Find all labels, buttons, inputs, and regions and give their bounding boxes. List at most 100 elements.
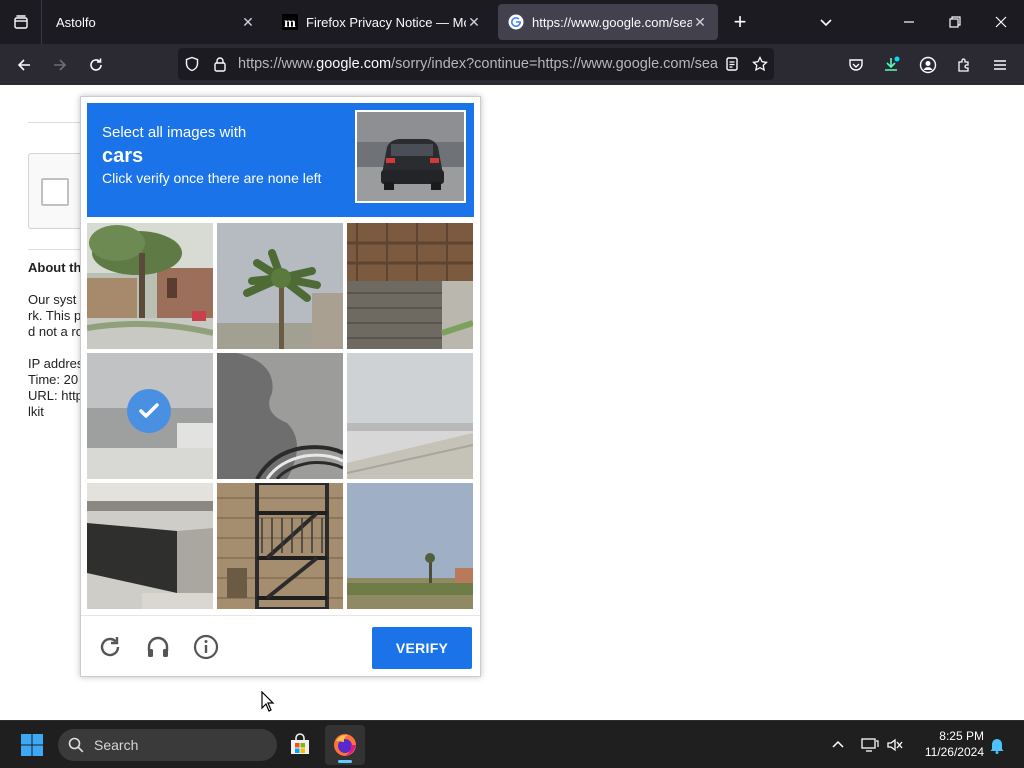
recaptcha-anchor [28, 153, 88, 229]
image-grid [87, 223, 474, 610]
minimize-icon [904, 21, 914, 23]
url-text[interactable]: https://www.google.com/sorry/index?conti… [234, 56, 718, 72]
info-line-time: Time: 20 [28, 372, 79, 387]
info-line-url-cont: lkit [28, 404, 44, 419]
instruction-text: Select all images with [102, 124, 247, 141]
challenge-header: Select all images with cars Click verify… [87, 103, 474, 217]
image-tile[interactable] [87, 483, 213, 609]
chevron-down-icon [820, 19, 832, 27]
close-window-button[interactable] [987, 8, 1015, 36]
taskbar-search-box[interactable]: Search [58, 729, 277, 761]
taskbar-microsoft-store[interactable] [280, 725, 320, 765]
clock-date: 11/26/2024 [924, 745, 984, 759]
tab-firefox-privacy-notice[interactable]: m Firefox Privacy Notice — Mozill ✕ [272, 4, 492, 40]
body-line: Our syst [28, 292, 77, 307]
tab-title: Firefox Privacy Notice — Mozill [306, 14, 466, 30]
tab-title: Astolfo [56, 14, 96, 30]
verify-button[interactable]: VERIFY [372, 627, 472, 669]
restore-button[interactable] [941, 8, 969, 36]
reader-view-icon[interactable] [718, 48, 746, 80]
pocket-button[interactable] [841, 50, 871, 80]
list-all-tabs-button[interactable] [812, 8, 840, 36]
target-keyword: cars [102, 145, 144, 167]
system-clock[interactable]: 8:25 PM 11/26/2024 [912, 728, 984, 760]
tab-title: https://www.google.com/search [532, 14, 692, 30]
checkmark-selected-icon [127, 389, 171, 433]
info-line-url: URL: http [28, 388, 83, 403]
arrow-right-icon [54, 59, 67, 71]
firefox-icon [334, 734, 356, 756]
reload-button[interactable] [81, 50, 111, 80]
chevron-up-icon [832, 740, 844, 748]
info-icon [193, 634, 219, 660]
image-tile[interactable] [87, 223, 213, 349]
shield-icon[interactable] [178, 48, 206, 80]
browser-tab-bar: Astolfo ✕ m Firefox Privacy Notice — Moz… [0, 0, 1024, 44]
url-prefix: https://www. [238, 56, 317, 72]
minimize-button[interactable] [895, 8, 923, 36]
show-hidden-icons-button[interactable] [827, 733, 849, 757]
url-domain: google.com [316, 56, 392, 72]
image-tile[interactable] [347, 353, 473, 479]
divider [28, 122, 88, 123]
bell-icon [990, 739, 1004, 754]
tab-astolfo[interactable]: Astolfo ✕ [46, 4, 266, 40]
image-tile[interactable] [347, 483, 473, 609]
lock-icon[interactable] [206, 48, 234, 80]
account-icon [919, 56, 937, 74]
recaptcha-checkbox[interactable] [41, 178, 69, 206]
network-monitor-icon [861, 738, 879, 752]
bookmark-star-icon[interactable] [746, 48, 774, 80]
taskbar-firefox[interactable] [325, 725, 365, 765]
menu-button[interactable] [985, 50, 1015, 80]
image-tile[interactable] [217, 483, 343, 609]
about-heading: About th [28, 260, 82, 275]
body-line: d not a ro [28, 324, 83, 339]
divider [28, 249, 88, 250]
challenge-footer: VERIFY [81, 615, 480, 676]
close-icon [995, 16, 1007, 28]
image-tile[interactable] [87, 353, 213, 479]
url-suffix: /sorry/index?continue=https://www.google… [391, 56, 718, 72]
headphones-icon [147, 636, 169, 657]
mouse-cursor-icon [261, 690, 275, 718]
active-app-indicator [338, 760, 352, 763]
google-g-icon [508, 14, 524, 30]
search-label: Search [94, 737, 139, 753]
reload-challenge-button[interactable] [94, 631, 126, 663]
tab-google-search[interactable]: https://www.google.com/search ✕ [498, 4, 718, 40]
pocket-icon [849, 59, 863, 71]
help-button[interactable] [190, 631, 222, 663]
restore-icon [949, 16, 961, 28]
image-tile[interactable] [217, 223, 343, 349]
sub-instruction-text: Click verify once there are none left [102, 170, 322, 186]
new-tab-button[interactable]: + [726, 8, 754, 36]
audio-challenge-button[interactable] [142, 631, 174, 663]
image-tile[interactable] [347, 223, 473, 349]
hamburger-menu-icon [994, 60, 1006, 70]
firefox-view-button[interactable] [0, 0, 42, 44]
downloads-button[interactable] [876, 50, 906, 80]
microsoft-store-icon [291, 733, 309, 754]
notifications-button[interactable] [986, 733, 1008, 757]
windows-logo-icon [21, 734, 43, 756]
extensions-button[interactable] [949, 50, 979, 80]
windows-taskbar: Search 8:25 PM 11/26/2024 [0, 720, 1024, 768]
speaker-muted-icon [887, 738, 903, 752]
search-icon [68, 737, 84, 753]
download-icon [885, 56, 900, 71]
tab-close-icon[interactable]: ✕ [240, 14, 256, 31]
tab-close-icon[interactable]: ✕ [692, 14, 708, 31]
image-tile[interactable] [217, 353, 343, 479]
info-line-ip: IP addres [28, 356, 84, 371]
forward-button[interactable] [45, 50, 75, 80]
volume-tray-button[interactable] [884, 733, 906, 757]
address-bar[interactable]: https://www.google.com/sorry/index?conti… [178, 48, 774, 80]
account-button[interactable] [913, 50, 943, 80]
network-tray-button[interactable] [859, 733, 881, 757]
plus-icon: + [733, 9, 747, 34]
back-button[interactable] [9, 50, 39, 80]
start-button[interactable] [14, 729, 50, 761]
refresh-icon [100, 637, 120, 657]
tab-close-icon[interactable]: ✕ [466, 14, 482, 31]
